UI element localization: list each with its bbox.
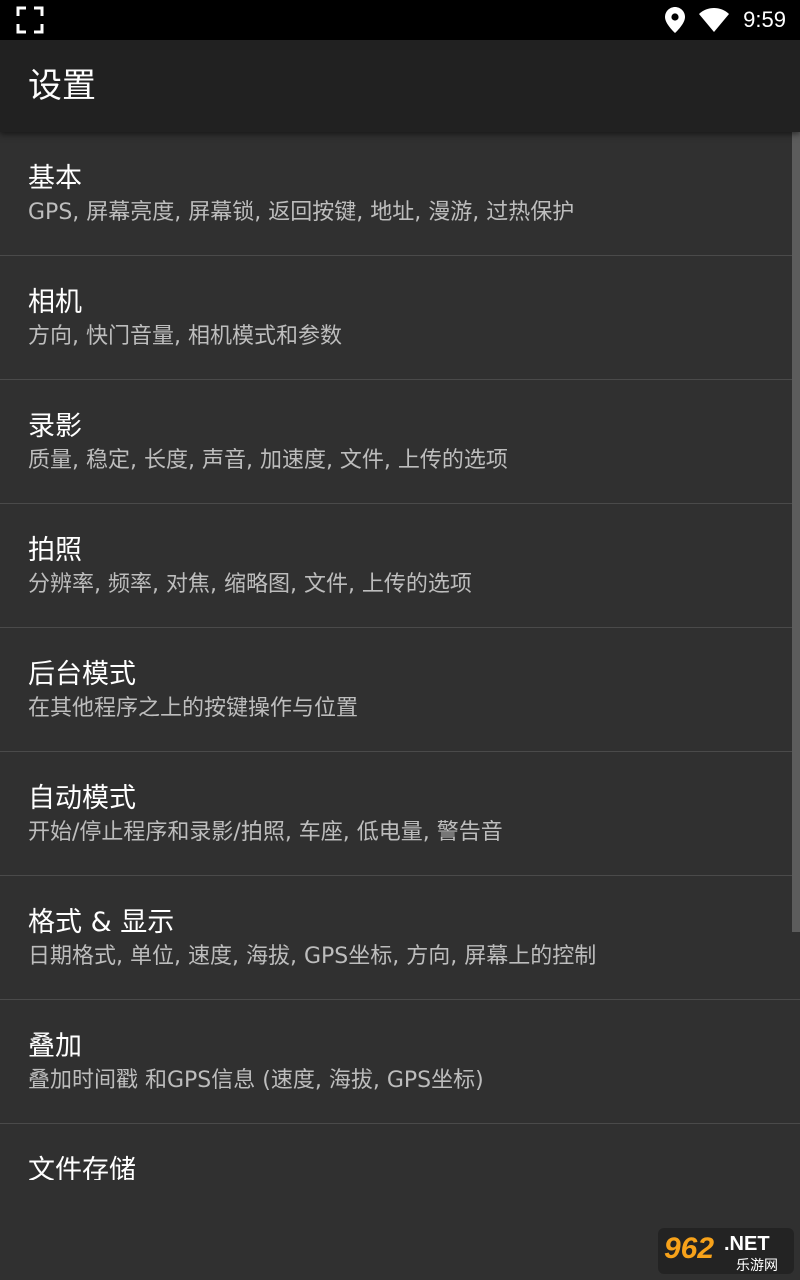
settings-item-title: 拍照 [28,535,82,566]
settings-list: 基本 GPS, 屏幕亮度, 屏幕锁, 返回按键, 地址, 漫游, 过热保护 相机… [0,132,800,1180]
location-icon [665,7,686,33]
settings-item-video[interactable]: 录影 质量, 稳定, 长度, 声音, 加速度, 文件, 上传的选项 [0,380,800,504]
settings-item-basic[interactable]: 基本 GPS, 屏幕亮度, 屏幕锁, 返回按键, 地址, 漫游, 过热保护 [0,132,800,256]
settings-item-title: 录影 [28,411,82,442]
fullscreen-icon [16,6,44,34]
settings-item-camera[interactable]: 相机 方向, 快门音量, 相机模式和参数 [0,256,800,380]
page-title: 设置 [28,66,96,106]
settings-item-title: 叠加 [28,1031,82,1062]
scrollbar[interactable] [792,132,800,932]
status-bar: 9:59 [0,0,800,40]
settings-item-title: 后台模式 [28,659,136,690]
settings-item-summary: 日期格式, 单位, 速度, 海拔, GPS坐标, 方向, 屏幕上的控制 [28,944,597,969]
settings-item-summary: 质量, 稳定, 长度, 声音, 加速度, 文件, 上传的选项 [28,448,508,473]
settings-item-overlay[interactable]: 叠加 叠加时间戳 和GPS信息 (速度, 海拔, GPS坐标) [0,1000,800,1124]
settings-item-photo[interactable]: 拍照 分辨率, 频率, 对焦, 缩略图, 文件, 上传的选项 [0,504,800,628]
settings-item-summary: 开始/停止程序和录影/拍照, 车座, 低电量, 警告音 [28,820,503,845]
settings-item-auto-mode[interactable]: 自动模式 开始/停止程序和录影/拍照, 车座, 低电量, 警告音 [0,752,800,876]
app-bar: 设置 [0,40,800,132]
wifi-icon [699,8,730,32]
settings-item-summary: 分辨率, 频率, 对焦, 缩略图, 文件, 上传的选项 [28,572,472,597]
settings-item-title: 基本 [28,163,82,194]
watermark-logo: 962 .NET 乐游网 [658,1228,794,1274]
watermark-suffix: .NET [724,1233,770,1255]
settings-item-summary: 在其他程序之上的按键操作与位置 [28,696,359,721]
settings-item-title: 文件存储 [28,1155,136,1180]
settings-item-summary: GPS, 屏幕亮度, 屏幕锁, 返回按键, 地址, 漫游, 过热保护 [28,200,575,225]
settings-item-format-display[interactable]: 格式 & 显示 日期格式, 单位, 速度, 海拔, GPS坐标, 方向, 屏幕上… [0,876,800,1000]
watermark-subtitle: 乐游网 [736,1258,778,1274]
watermark-brand: 962 [664,1232,714,1265]
status-time: 9:59 [743,7,786,32]
settings-item-title: 自动模式 [28,783,136,814]
settings-item-title: 相机 [28,287,82,318]
settings-item-file-storage[interactable]: 文件存储 [0,1124,800,1180]
settings-item-summary: 方向, 快门音量, 相机模式和参数 [28,324,342,349]
settings-item-summary: 叠加时间戳 和GPS信息 (速度, 海拔, GPS坐标) [28,1068,484,1093]
settings-item-title: 格式 & 显示 [28,907,175,938]
settings-item-background-mode[interactable]: 后台模式 在其他程序之上的按键操作与位置 [0,628,800,752]
